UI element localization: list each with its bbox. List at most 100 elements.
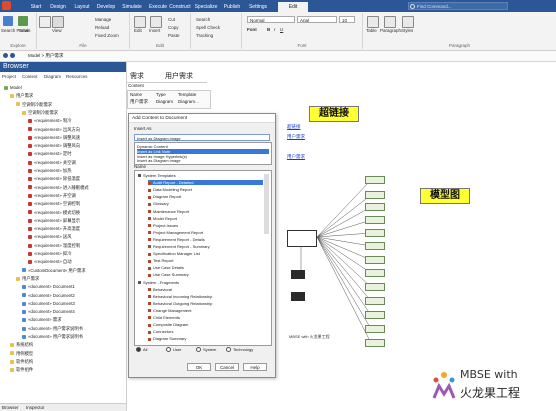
diagram-child-node[interactable] xyxy=(291,270,305,279)
spell-check-button[interactable]: Spell Check xyxy=(196,25,220,30)
file-new-icon[interactable] xyxy=(39,16,51,28)
menu-tab-edit[interactable]: Edit xyxy=(278,2,308,12)
template-item[interactable]: Model Report xyxy=(148,216,263,221)
tree-item[interactable]: «requirement» 升高温度 xyxy=(28,225,80,232)
template-item[interactable]: Behavioral xyxy=(148,287,263,292)
diagram-requirement-node[interactable] xyxy=(365,311,385,319)
diagram-requirement-node[interactable] xyxy=(365,256,385,264)
filter-radio-technology[interactable]: Technology xyxy=(226,347,253,353)
paste-button[interactable]: Paste xyxy=(168,33,180,38)
diagram-child-node[interactable] xyxy=(291,292,305,301)
paragraph-icon[interactable] xyxy=(384,16,396,28)
font-face-select[interactable]: Arial xyxy=(297,16,337,23)
table-button[interactable]: Table xyxy=(366,28,377,33)
reload-button[interactable]: Reload xyxy=(95,25,109,30)
template-item[interactable]: Data Modeling Report xyxy=(148,187,263,192)
template-item[interactable]: Composite Diagram xyxy=(148,322,263,327)
tree-item[interactable]: 软件结构 xyxy=(10,358,33,365)
menu-tab-develop[interactable]: Develop xyxy=(94,2,118,12)
tree-item[interactable]: «requirement» 自动 xyxy=(28,258,72,265)
tree-item[interactable]: «requirement» 调整风速 xyxy=(28,134,80,141)
diagram-requirement-node[interactable] xyxy=(365,269,385,277)
styles-icon[interactable] xyxy=(402,16,414,28)
insert-button[interactable]: Insert xyxy=(149,28,160,33)
table-row-template[interactable]: Diagram... xyxy=(178,99,199,104)
edit-icon[interactable] xyxy=(134,16,146,28)
diagram-requirement-node[interactable] xyxy=(365,216,385,224)
tree-item[interactable]: «document» Document3 xyxy=(22,300,75,307)
edit-button[interactable]: Edit xyxy=(134,28,142,33)
diagram-root-node[interactable] xyxy=(287,230,317,247)
diagram-requirement-node[interactable] xyxy=(365,176,385,184)
template-item[interactable]: Use Case Summary xyxy=(148,272,263,277)
diagram-requirement-node[interactable] xyxy=(365,297,385,305)
tracking-button[interactable]: Tracking xyxy=(196,33,213,38)
filter-radio-user[interactable]: User xyxy=(166,347,181,353)
template-group[interactable]: System - Fragments xyxy=(138,280,263,285)
tree-item[interactable]: «requirement» 开空调 xyxy=(28,192,76,199)
template-item[interactable]: Requirement Report - Summary xyxy=(148,244,263,249)
cut-button[interactable]: Cut xyxy=(168,17,175,22)
tree-item[interactable]: «CustomDocument» 用户需求 xyxy=(22,267,86,274)
tree-item[interactable]: «requirement» 进入睡眠模式 xyxy=(28,184,89,191)
breadcrumb[interactable]: Model > 用户需求 xyxy=(28,52,63,60)
hyperlink-1[interactable]: 超链接 xyxy=(287,124,301,130)
menu-tab-publish[interactable]: Publish xyxy=(220,2,244,12)
menu-tab-execute[interactable]: Execute xyxy=(146,2,170,12)
menu-tab-simulate[interactable]: Simulate xyxy=(120,2,144,12)
menu-tab-start[interactable]: Start xyxy=(24,2,48,12)
filter-radio-system[interactable]: System xyxy=(196,347,216,353)
tree-item[interactable]: «document» 需求 xyxy=(22,316,61,323)
cancel-button[interactable]: Cancel xyxy=(215,363,239,371)
table-icon[interactable] xyxy=(367,16,379,28)
insert-icon[interactable] xyxy=(150,16,162,28)
tree-item[interactable]: 空调制冷能需求 xyxy=(22,109,58,116)
bold-icon[interactable]: B xyxy=(267,27,270,32)
menu-tab-construct[interactable]: Construct xyxy=(168,2,192,12)
template-item[interactable]: Child Elements xyxy=(148,315,263,320)
template-item[interactable]: Use Case Details xyxy=(148,265,263,270)
tree-item[interactable]: «document» Document1 xyxy=(22,283,75,290)
back-icon[interactable] xyxy=(3,53,8,58)
tab-browser[interactable]: Browser xyxy=(2,404,19,411)
tree-item[interactable]: «requirement» 空调控制 xyxy=(28,200,80,207)
font-size-select[interactable]: 10 xyxy=(339,16,355,23)
menu-tab-settings[interactable]: Settings xyxy=(246,2,270,12)
ok-button[interactable]: OK xyxy=(187,363,211,371)
tree-item[interactable]: «requirement» 制冷 xyxy=(28,117,72,124)
diagram-requirement-node[interactable] xyxy=(365,191,385,199)
hyperlink-2[interactable]: 用户需求 xyxy=(287,134,305,140)
table-row-name[interactable]: 用户需求 xyxy=(130,99,148,105)
tree-item[interactable]: 用户需求 xyxy=(16,275,39,282)
tree-item[interactable]: «requirement» 温度控制 xyxy=(28,242,80,249)
template-item[interactable]: Connectors xyxy=(148,329,263,334)
insert-as-select[interactable]: Insert as Diagram image xyxy=(134,134,270,141)
tree-item[interactable]: «document» 用户需求说明书 xyxy=(22,325,83,332)
search-portals-icon[interactable] xyxy=(3,16,13,26)
search-button[interactable]: Search xyxy=(196,17,210,22)
tree-item[interactable]: «requirement» 定时 xyxy=(28,150,72,157)
tab-project[interactable]: Project xyxy=(2,74,16,79)
tree-item[interactable]: «requirement» 出风方向 xyxy=(28,126,80,133)
tree-item[interactable]: 软件组件 xyxy=(10,366,33,373)
insert-option[interactable]: Insert as Diagram image xyxy=(137,158,269,163)
app-logo-icon[interactable] xyxy=(2,1,11,10)
save-button[interactable]: Save xyxy=(19,28,29,33)
diagram-requirement-node[interactable] xyxy=(365,325,385,333)
template-group[interactable]: System Templates xyxy=(138,173,263,178)
template-scrollbar[interactable] xyxy=(264,174,269,234)
filter-radio-all[interactable]: All xyxy=(136,347,147,353)
diagram-requirement-node[interactable] xyxy=(365,283,385,291)
tree-item[interactable]: 用例模型 xyxy=(10,350,33,357)
fixed-zoom-button[interactable]: Fixed Zoom xyxy=(95,33,119,38)
menu-tab-specialize[interactable]: Specialize xyxy=(194,2,218,12)
find-command-input[interactable]: Find Command... xyxy=(408,2,508,10)
diagram-requirement-node[interactable] xyxy=(365,229,385,237)
template-item[interactable]: Requirement Report - Details xyxy=(148,237,263,242)
template-item[interactable]: Project Management Report xyxy=(148,230,263,235)
tab-inspector[interactable]: Inspector xyxy=(26,404,45,411)
template-item[interactable]: Behavioral Incoming Relationship xyxy=(148,294,263,299)
save-icon[interactable] xyxy=(18,16,28,26)
manage-button[interactable]: Manage xyxy=(95,17,111,22)
underline-icon[interactable]: U xyxy=(280,27,283,32)
